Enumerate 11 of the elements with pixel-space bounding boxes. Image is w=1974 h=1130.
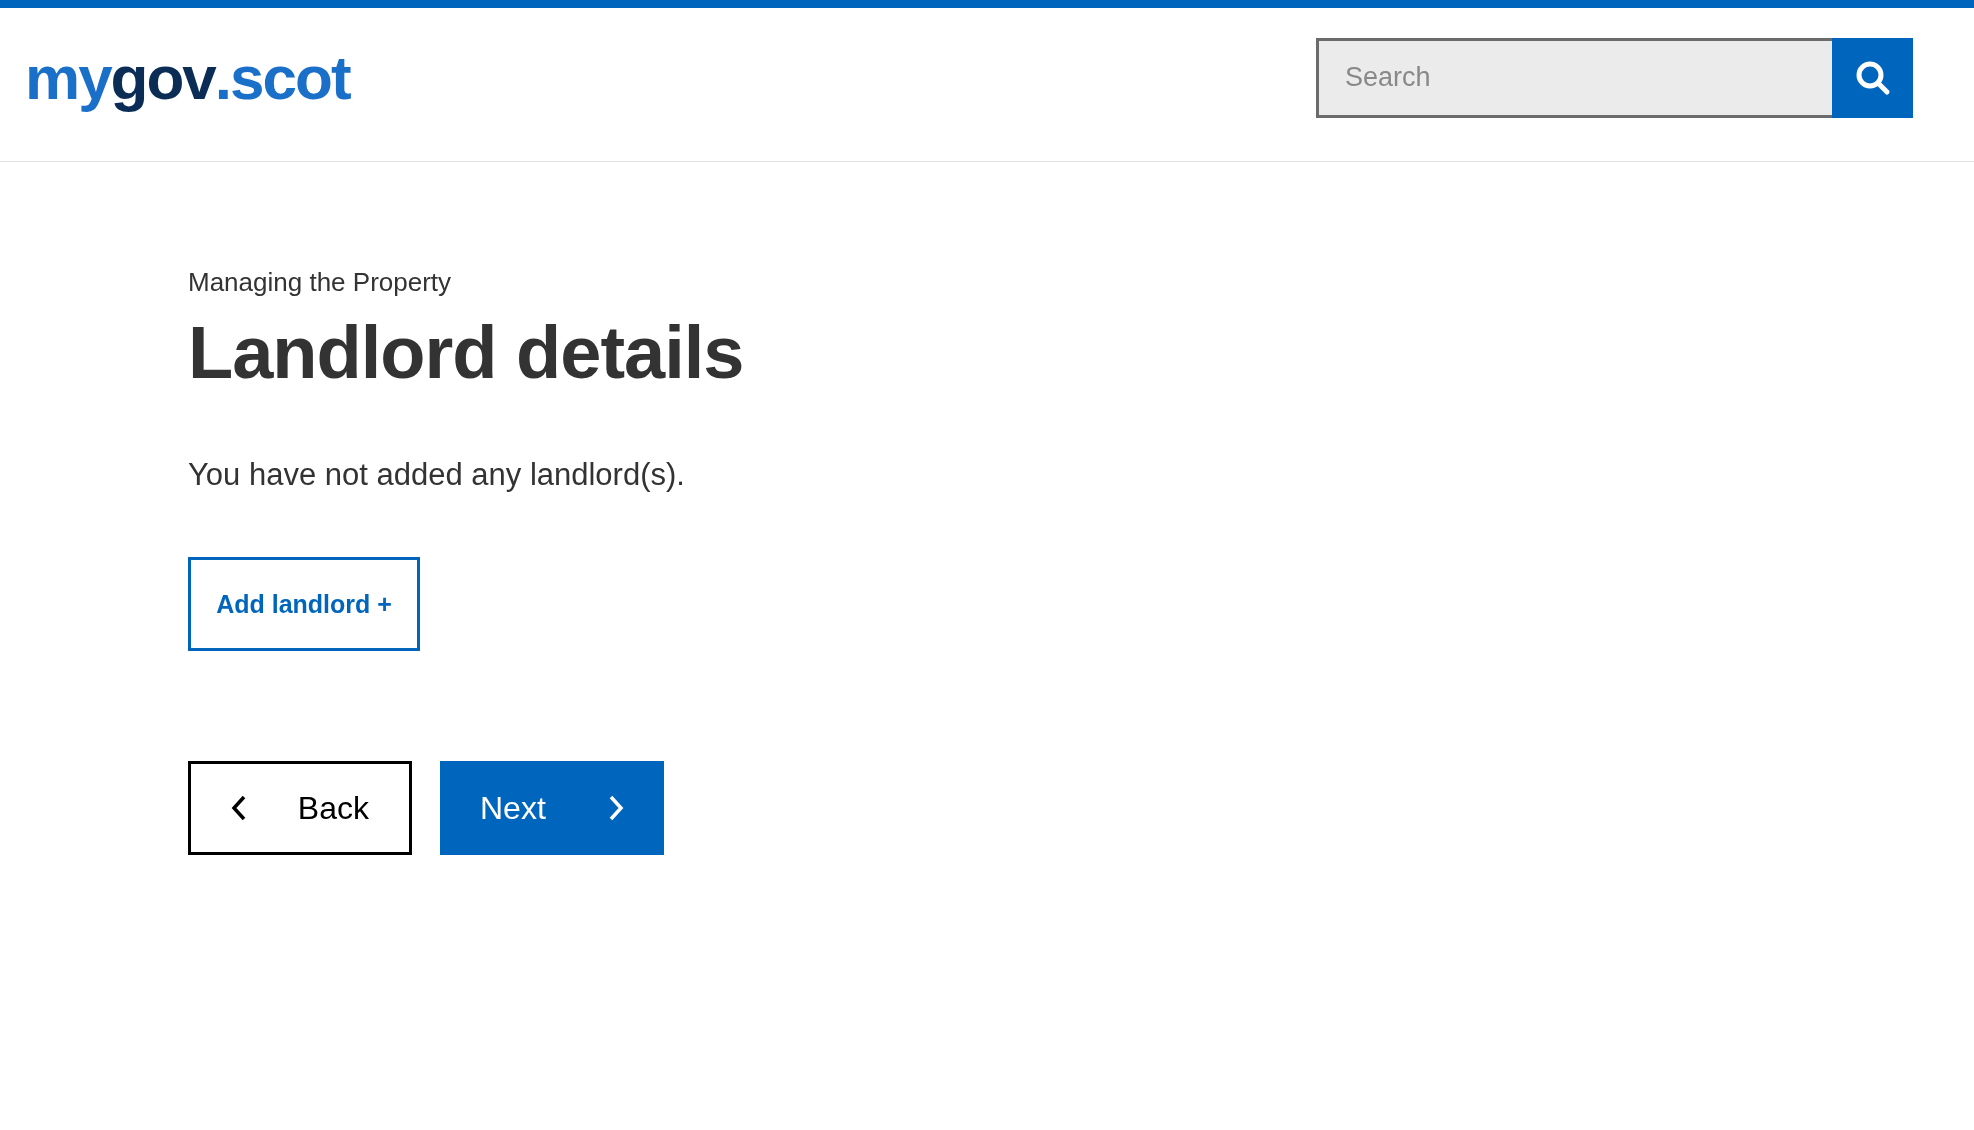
search-button[interactable] bbox=[1832, 37, 1913, 118]
section-caption: Managing the Property bbox=[188, 267, 453, 298]
search-field[interactable]: Search bbox=[1316, 37, 1832, 118]
add-landlord-button[interactable]: Add landlord + bbox=[188, 557, 420, 651]
next-button[interactable]: Next bbox=[440, 761, 664, 855]
back-button[interactable]: Back bbox=[188, 761, 412, 855]
page-title: Landlord details bbox=[188, 310, 745, 395]
search-icon bbox=[1854, 59, 1891, 96]
chevron-right-icon bbox=[608, 795, 624, 821]
chevron-left-icon bbox=[231, 795, 247, 821]
empty-message: You have not added any landlord(s). bbox=[188, 457, 686, 493]
